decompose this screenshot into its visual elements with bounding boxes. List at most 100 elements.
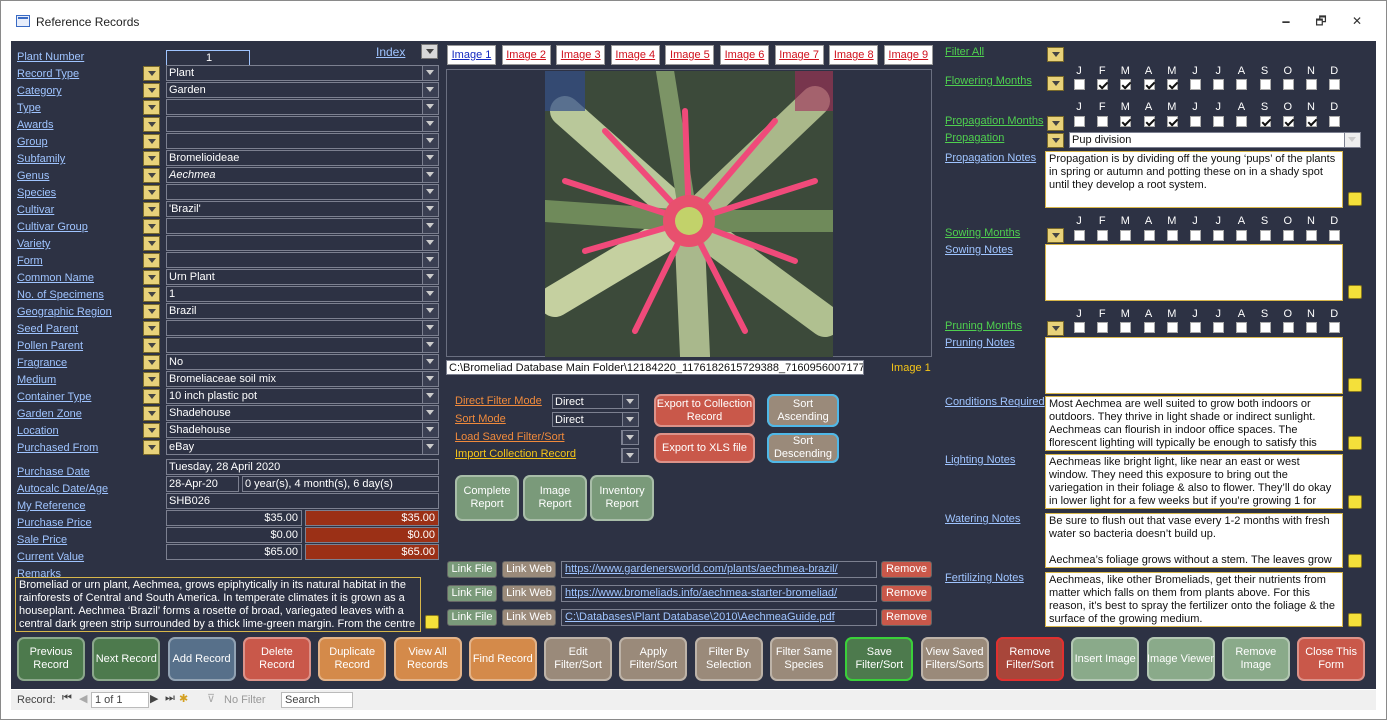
field-edit-dropdown[interactable] — [143, 185, 160, 200]
chevron-down-icon[interactable] — [422, 236, 438, 250]
index-link[interactable]: Index — [376, 45, 405, 59]
chevron-down-icon[interactable] — [422, 202, 438, 216]
fertilizing-notes-zoom-icon[interactable] — [1348, 613, 1362, 627]
field-edit-dropdown[interactable] — [143, 66, 160, 81]
purchase-price-field[interactable]: $35.00 — [166, 510, 302, 526]
autocalc-date-field[interactable]: 28-Apr-20 — [166, 476, 239, 492]
month-checkbox[interactable] — [1306, 230, 1317, 241]
field-combo[interactable]: Brazil — [166, 303, 439, 319]
import-collection-combo[interactable] — [621, 448, 639, 463]
month-checkbox[interactable] — [1166, 79, 1178, 90]
import-collection-label[interactable]: Import Collection Record — [455, 448, 576, 460]
month-checkbox[interactable] — [1329, 230, 1341, 241]
month-checkbox[interactable] — [1074, 116, 1085, 127]
bottom-button-14[interactable]: Insert Image — [1071, 637, 1140, 681]
field-edit-dropdown[interactable] — [143, 117, 160, 132]
chevron-down-icon[interactable] — [422, 287, 438, 301]
bottom-button-15[interactable]: Image Viewer — [1146, 637, 1215, 681]
chevron-down-icon[interactable] — [622, 431, 638, 444]
bottom-button-5[interactable]: View All Records — [393, 637, 462, 681]
field-edit-dropdown[interactable] — [143, 270, 160, 285]
chevron-down-icon[interactable] — [622, 413, 638, 426]
month-checkbox[interactable] — [1306, 116, 1317, 127]
hyperlink[interactable]: https://www.gardenersworld.com/plants/ae… — [561, 561, 877, 578]
chevron-down-icon[interactable] — [422, 100, 438, 114]
month-checkbox[interactable] — [1143, 230, 1155, 241]
month-checkbox[interactable] — [1213, 230, 1225, 241]
tab-image-8[interactable]: Image 8 — [829, 45, 879, 65]
sowing-notes-zoom-icon[interactable] — [1348, 285, 1362, 299]
first-record-icon[interactable]: ⏮ — [62, 692, 72, 705]
month-checkbox[interactable] — [1166, 322, 1178, 333]
pruning-notes-field[interactable] — [1045, 337, 1343, 394]
chevron-down-icon[interactable] — [422, 304, 438, 318]
chevron-down-icon[interactable] — [422, 219, 438, 233]
field-combo[interactable] — [166, 337, 439, 353]
next-record-icon[interactable]: ▶ — [150, 692, 158, 705]
pruning-notes-zoom-icon[interactable] — [1348, 378, 1362, 392]
link-file-button[interactable]: Link File — [447, 585, 497, 602]
field-edit-dropdown[interactable] — [143, 134, 160, 149]
hyperlink[interactable]: https://www.bromeliads.info/aechmea-star… — [561, 585, 877, 602]
link-web-button[interactable]: Link Web — [502, 609, 556, 626]
bottom-button-0[interactable]: Previous Record — [17, 637, 85, 681]
flowering-dropdown[interactable] — [1047, 76, 1064, 91]
fertilizing-notes-field[interactable]: Aechmeas, like other Bromeliads, get the… — [1045, 572, 1343, 627]
month-checkbox[interactable] — [1097, 79, 1109, 90]
chevron-down-icon[interactable] — [422, 168, 438, 182]
bottom-button-16[interactable]: Remove Image — [1221, 637, 1290, 681]
month-checkbox[interactable] — [1190, 79, 1201, 90]
watering-notes-field[interactable]: Be sure to flush out that vase every 1-2… — [1045, 513, 1343, 568]
complete-report-button[interactable]: Complete Report — [455, 475, 519, 521]
remove-link-button[interactable]: Remove — [881, 609, 932, 626]
tab-image-6[interactable]: Image 6 — [720, 45, 769, 65]
purchase-date-field[interactable]: Tuesday, 28 April 2020 — [166, 459, 439, 475]
field-edit-dropdown[interactable] — [143, 83, 160, 98]
month-checkbox[interactable] — [1120, 230, 1132, 241]
field-combo[interactable]: Plant — [166, 65, 439, 81]
inventory-report-button[interactable]: Inventory Report — [590, 475, 654, 521]
month-checkbox[interactable] — [1329, 79, 1341, 90]
month-checkbox[interactable] — [1213, 79, 1225, 90]
bottom-button-7[interactable]: Edit Filter/Sort — [544, 637, 613, 681]
month-checkbox[interactable] — [1190, 116, 1201, 127]
index-dropdown[interactable] — [421, 44, 438, 59]
link-web-button[interactable]: Link Web — [502, 585, 556, 602]
chevron-down-icon[interactable] — [422, 185, 438, 199]
field-combo[interactable]: No — [166, 354, 439, 370]
tab-image-7[interactable]: Image 7 — [774, 45, 824, 65]
chevron-down-icon[interactable] — [422, 253, 438, 267]
filter-all-label[interactable]: Filter All — [945, 46, 984, 58]
bottom-button-1[interactable]: Next Record — [92, 637, 161, 681]
propagation-notes-zoom-icon[interactable] — [1348, 192, 1362, 206]
tab-image-2[interactable]: Image 2 — [501, 45, 551, 65]
field-edit-dropdown[interactable] — [143, 355, 160, 370]
field-edit-dropdown[interactable] — [143, 372, 160, 387]
tab-image-3[interactable]: Image 3 — [556, 45, 606, 65]
field-edit-dropdown[interactable] — [143, 236, 160, 251]
bottom-button-8[interactable]: Apply Filter/Sort — [619, 637, 688, 681]
field-combo[interactable] — [166, 116, 439, 132]
month-checkbox[interactable] — [1120, 322, 1132, 333]
chevron-down-icon[interactable] — [422, 117, 438, 131]
field-edit-dropdown[interactable] — [143, 321, 160, 336]
field-edit-dropdown[interactable] — [143, 338, 160, 353]
month-checkbox[interactable] — [1120, 79, 1132, 90]
month-checkbox[interactable] — [1074, 322, 1085, 333]
restore-button[interactable]: 🗗 — [1306, 11, 1336, 31]
field-combo[interactable] — [166, 235, 439, 251]
tab-image-5[interactable]: Image 5 — [665, 45, 715, 65]
field-combo[interactable]: 10 inch plastic pot — [166, 388, 439, 404]
month-checkbox[interactable] — [1259, 230, 1271, 241]
remarks-zoom-icon[interactable] — [425, 615, 439, 629]
field-edit-dropdown[interactable] — [143, 287, 160, 302]
chevron-down-icon[interactable] — [422, 134, 438, 148]
current-value-field[interactable]: $65.00 — [166, 544, 302, 560]
hyperlink[interactable]: C:\Databases\Plant Database\2010\Aechmea… — [561, 609, 877, 626]
propagation_months-dropdown[interactable] — [1047, 116, 1064, 131]
field-edit-dropdown[interactable] — [143, 389, 160, 404]
image-report-button[interactable]: Image Report — [523, 475, 587, 521]
month-checkbox[interactable] — [1074, 230, 1085, 241]
link-web-button[interactable]: Link Web — [502, 561, 556, 578]
tab-image-9[interactable]: Image 9 — [883, 45, 933, 65]
